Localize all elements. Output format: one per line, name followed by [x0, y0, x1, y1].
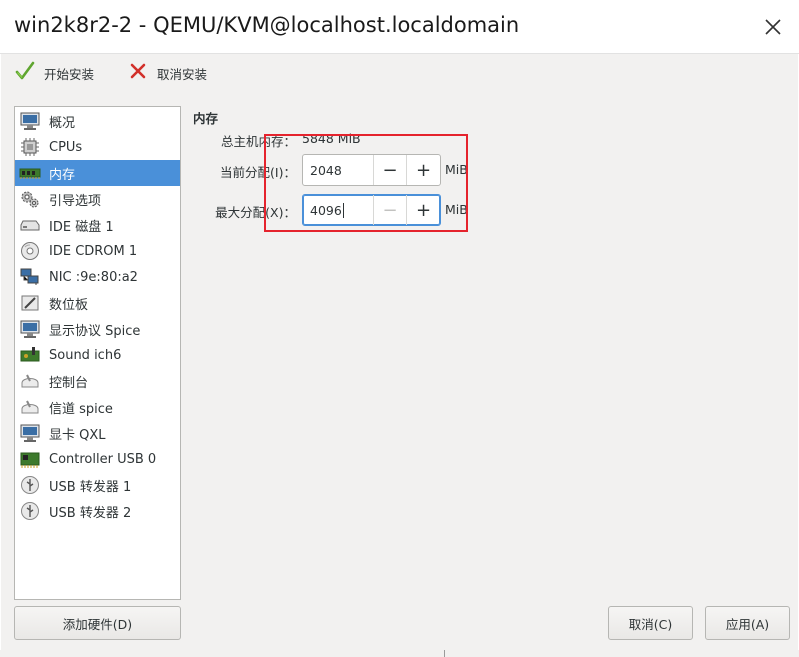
sidebar-item-ide-disk-1[interactable]: IDE 磁盘 1 — [15, 212, 180, 238]
sidebar-item-usb-redirector-1[interactable]: USB 转发器 1 — [15, 472, 180, 498]
hardware-list: 概况 CPUs 内存 引导选项 IDE 磁盘 1 IDE CDROM 1 NIC… — [14, 106, 181, 600]
text-caret — [342, 202, 344, 218]
window-title: win2k8r2-2 - QEMU/KVM@localhost.localdom… — [14, 13, 520, 37]
current-allocation-spinner[interactable]: 2048 − + — [302, 154, 441, 186]
memory-section-title: 内存 — [193, 111, 219, 126]
usb-icon — [19, 474, 41, 496]
sound-card-icon — [19, 344, 41, 366]
cdrom-icon — [19, 240, 41, 262]
cross-icon — [127, 60, 149, 86]
video-card-icon — [19, 422, 41, 444]
channel-icon — [19, 396, 41, 418]
controller-icon — [19, 448, 41, 470]
current-allocation-decrement-button[interactable]: − — [374, 155, 407, 185]
begin-install-button[interactable]: 开始安装 — [14, 60, 94, 86]
total-memory-value: 5848 MiB — [302, 131, 361, 146]
sidebar-item-nic[interactable]: NIC :9e:80:a2 — [15, 264, 180, 290]
cancel-install-label: 取消安装 — [157, 66, 208, 82]
max-allocation-decrement-button[interactable]: − — [374, 195, 407, 225]
sidebar-item-tablet[interactable]: 数位板 — [15, 290, 180, 316]
display-icon — [19, 318, 41, 340]
checkmark-icon — [14, 60, 36, 86]
begin-install-label: 开始安装 — [44, 66, 95, 82]
sidebar-item-channel-spice[interactable]: 信道 spice — [15, 394, 180, 420]
sidebar-item-usb-redirector-2[interactable]: USB 转发器 2 — [15, 498, 180, 524]
cancel-button[interactable]: 取消(C) — [608, 606, 693, 640]
gears-icon — [19, 188, 41, 210]
current-allocation-increment-button[interactable]: + — [407, 155, 440, 185]
max-allocation-unit: MiB — [445, 202, 468, 217]
sidebar-item-console[interactable]: 控制台 — [15, 368, 180, 394]
current-allocation-label: 当前分配(I)： — [220, 165, 296, 180]
network-icon — [19, 266, 41, 288]
max-allocation-increment-button[interactable]: + — [407, 195, 440, 225]
sidebar-item-boot-options[interactable]: 引导选项 — [15, 186, 180, 212]
max-allocation-value: 4096 — [310, 202, 342, 218]
window-bottom-edge — [0, 650, 799, 657]
sidebar-item-controller-usb-0[interactable]: Controller USB 0 — [15, 446, 180, 472]
monitor-icon — [19, 110, 41, 132]
title-bar: win2k8r2-2 - QEMU/KVM@localhost.localdom… — [0, 0, 799, 54]
sidebar-item-overview[interactable]: 概况 — [15, 108, 180, 134]
sidebar-item-ide-cdrom-1[interactable]: IDE CDROM 1 — [15, 238, 180, 264]
current-allocation-input[interactable]: 2048 — [303, 155, 374, 185]
max-allocation-spinner[interactable]: 4096 − + — [302, 194, 441, 226]
close-icon[interactable] — [760, 14, 786, 40]
sidebar-item-display-spice[interactable]: 显示协议 Spice — [15, 316, 180, 342]
sidebar-item-cpus[interactable]: CPUs — [15, 134, 180, 160]
memory-icon — [19, 162, 41, 184]
tablet-icon — [19, 292, 41, 314]
max-allocation-input[interactable]: 4096 — [303, 195, 374, 225]
serial-icon — [19, 370, 41, 392]
current-allocation-unit: MiB — [445, 162, 468, 177]
add-hardware-button[interactable]: 添加硬件(D) — [14, 606, 181, 640]
cpu-icon — [19, 136, 41, 158]
cancel-install-button[interactable]: 取消安装 — [127, 60, 207, 86]
sidebar-item-memory[interactable]: 内存 — [15, 160, 180, 186]
sidebar-item-sound-ich6[interactable]: Sound ich6 — [15, 342, 180, 368]
usb-icon — [19, 500, 41, 522]
disk-icon — [19, 214, 41, 236]
total-memory-label: 总主机内存： — [220, 134, 296, 149]
apply-button[interactable]: 应用(A) — [705, 606, 790, 640]
max-allocation-label: 最大分配(X)： — [215, 205, 296, 220]
sidebar-item-video-qxl[interactable]: 显卡 QXL — [15, 420, 180, 446]
